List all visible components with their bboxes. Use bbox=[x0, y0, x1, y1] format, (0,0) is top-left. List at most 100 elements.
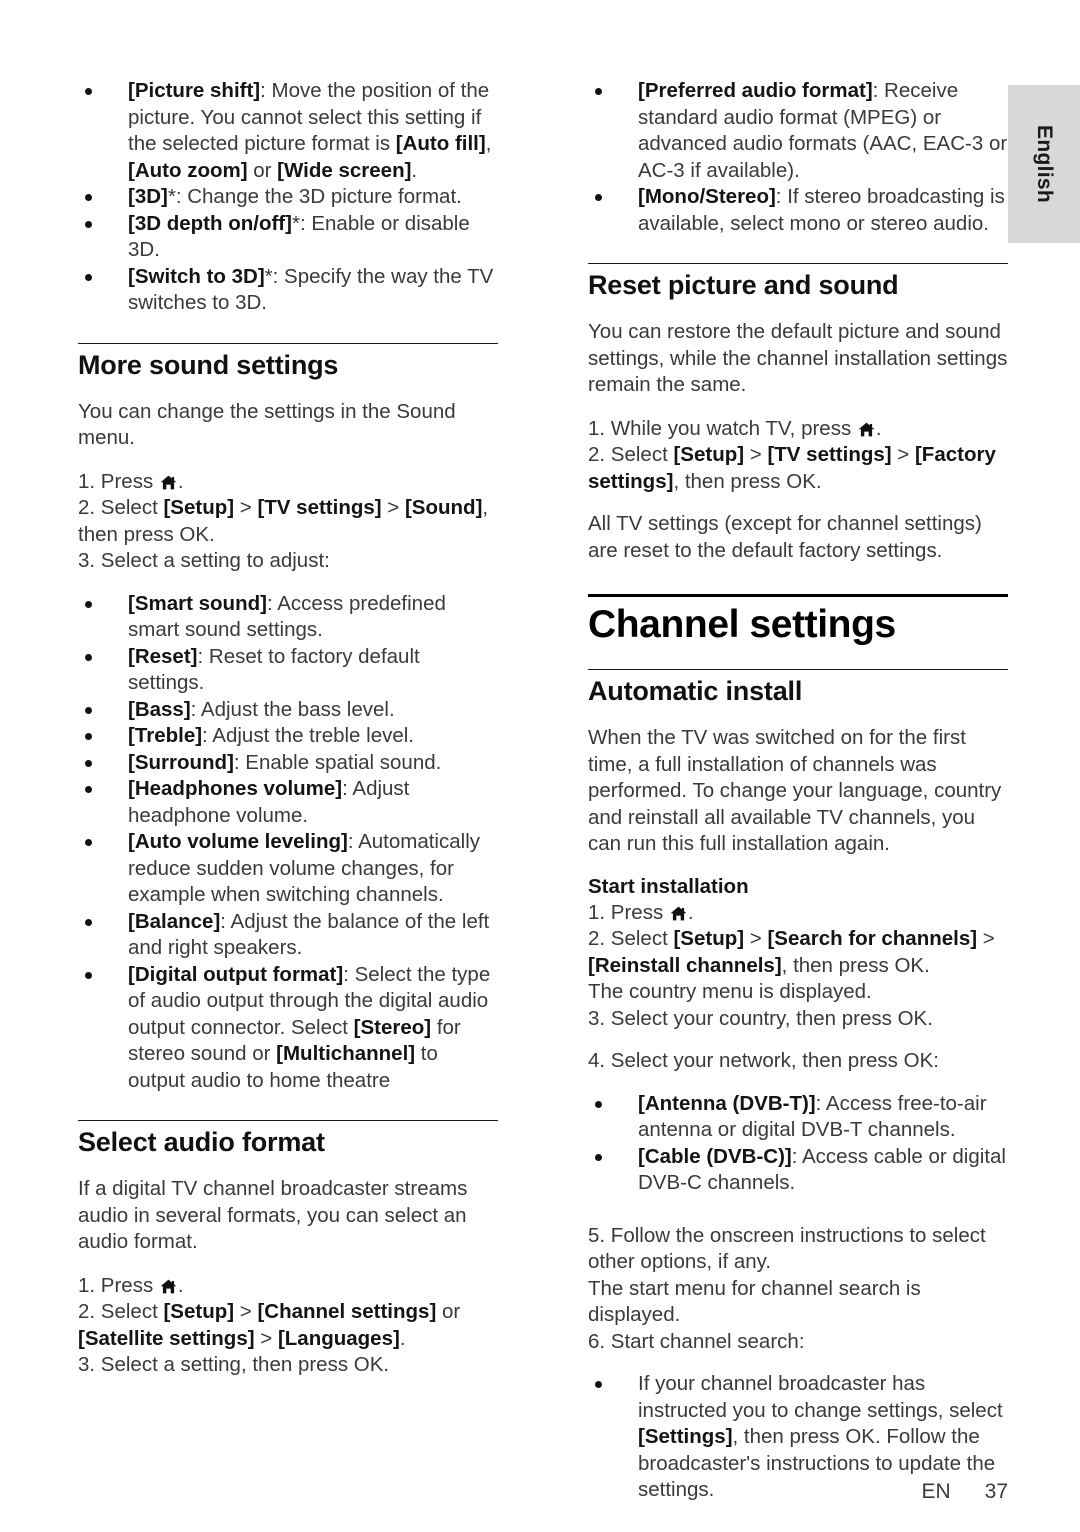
text-run: 3. Select a setting, then press bbox=[78, 1353, 354, 1376]
text-run: . bbox=[411, 158, 418, 182]
list-item: [Bass]: Adjust the bass level. bbox=[78, 697, 498, 724]
reset-picture-sound-section: Reset picture and sound You can restore … bbox=[588, 263, 1008, 564]
chapter-channel-settings: Channel settings bbox=[588, 594, 1008, 647]
instruction-step: The start menu for channel search is dis… bbox=[588, 1276, 1008, 1329]
list-item: [Cable (DVB-C)]: Access cable or digital… bbox=[588, 1144, 1008, 1197]
menu-item-label: [Antenna (DVB-T)] bbox=[638, 1091, 816, 1115]
instruction-step: 3. Select a setting, then press OK. bbox=[78, 1352, 498, 1379]
text-run: If your channel broadcaster has instruct… bbox=[638, 1372, 1003, 1422]
language-tab-label: English bbox=[1033, 125, 1056, 203]
menu-item-label: [Stereo] bbox=[353, 1015, 432, 1039]
ok-key-label: OK bbox=[353, 1353, 384, 1376]
text-run: , then press bbox=[673, 469, 787, 493]
text-run: : Adjust the bass level. bbox=[190, 697, 395, 721]
ok-key-label: OK bbox=[903, 1049, 934, 1072]
select-audio-format-steps: 1. Press . 2. Select [Setup] > [Channel s… bbox=[78, 1273, 498, 1379]
more-sound-settings-intro: You can change the settings in the Sound… bbox=[78, 399, 456, 450]
text-run: . bbox=[383, 1353, 390, 1376]
text-run: . bbox=[177, 1273, 184, 1297]
instruction-step: 3. Select your country, then press OK. bbox=[588, 1006, 1008, 1033]
instruction-step: 2. Select [Setup] > [TV settings] > [Sou… bbox=[78, 495, 498, 548]
automatic-install-heading: Automatic install bbox=[588, 676, 803, 706]
text-run: . bbox=[815, 469, 822, 493]
text-run: > bbox=[234, 496, 258, 519]
list-item: [Reset]: Reset to factory default settin… bbox=[78, 644, 498, 697]
text-run: . bbox=[209, 522, 215, 546]
list-item: [Picture shift]: Move the position of th… bbox=[78, 78, 498, 184]
text-run: : bbox=[933, 1049, 939, 1072]
menu-item-label: [Setup] bbox=[673, 443, 745, 466]
audio-format-bullet-list: [Preferred audio format]: Receive standa… bbox=[588, 78, 1008, 237]
instruction-step: 1. Press . bbox=[78, 469, 498, 496]
menu-item-label: [Switch to 3D] bbox=[128, 264, 265, 288]
footer-page-number: 37 bbox=[984, 1480, 1008, 1503]
menu-item-label: [TV settings] bbox=[257, 496, 382, 519]
text-run: 4. Select your network, then press bbox=[588, 1049, 904, 1072]
menu-item-label: [Bass] bbox=[128, 697, 191, 721]
menu-item-label: [Wide screen] bbox=[277, 158, 412, 182]
chapter-title: Channel settings bbox=[588, 603, 896, 646]
reset-picture-sound-steps: 1. While you watch TV, press . 2. Select … bbox=[588, 416, 1008, 496]
instruction-step: 4. Select your network, then press OK: bbox=[588, 1048, 1008, 1075]
text-run: > bbox=[744, 443, 768, 466]
picture-settings-bullet-list: [Picture shift]: Move the position of th… bbox=[78, 78, 498, 317]
ok-key-label: OK bbox=[894, 953, 925, 977]
select-audio-format-heading: Select audio format bbox=[78, 1127, 325, 1157]
text-run: > bbox=[254, 1326, 278, 1350]
menu-item-label: [TV settings] bbox=[767, 443, 892, 466]
section-rule bbox=[588, 263, 1008, 264]
menu-item-label: [Sound] bbox=[404, 496, 483, 519]
section-rule bbox=[78, 342, 498, 344]
text-run: 6. Start channel search: bbox=[588, 1329, 805, 1353]
menu-item-label: [Mono/Stereo] bbox=[638, 185, 776, 208]
section-rule bbox=[78, 1120, 498, 1121]
list-item: [Headphones volume]: Adjust headphone vo… bbox=[78, 776, 498, 829]
manual-page: English [Picture shift]: Move the positi… bbox=[0, 0, 1080, 1532]
text-run: > bbox=[234, 1300, 258, 1323]
text-run: 2. Select bbox=[78, 1300, 164, 1323]
menu-item-label: [Picture shift] bbox=[128, 79, 261, 102]
text-run: . bbox=[177, 469, 184, 493]
menu-item-label: [Reinstall channels] bbox=[588, 953, 782, 977]
text-run: 3. Select your country, then press bbox=[588, 1006, 898, 1030]
list-item: [Antenna (DVB-T)]: Access free-to-air an… bbox=[588, 1091, 1008, 1144]
menu-item-label: [Surround] bbox=[128, 750, 234, 774]
text-run: > bbox=[891, 443, 915, 466]
chapter-rule bbox=[588, 594, 1008, 597]
text-run: > bbox=[977, 927, 995, 950]
reset-picture-sound-heading: Reset picture and sound bbox=[588, 270, 899, 300]
list-item: [Preferred audio format]: Receive standa… bbox=[588, 78, 1008, 184]
instruction-step: 1. While you watch TV, press . bbox=[588, 416, 1008, 443]
text-run: *: Change the 3D picture format. bbox=[167, 185, 462, 208]
menu-item-label: [Preferred audio format] bbox=[638, 79, 873, 102]
text-run: . bbox=[399, 1326, 406, 1350]
menu-item-label: [Setup] bbox=[163, 496, 235, 519]
ok-key-label: OK bbox=[845, 1425, 875, 1448]
menu-item-label: [Auto zoom] bbox=[128, 158, 248, 182]
menu-item-label: [Cable (DVB-C)] bbox=[638, 1144, 792, 1168]
menu-item-label: [Reset] bbox=[128, 644, 198, 668]
list-item: [Digital output format]: Select the type… bbox=[78, 962, 498, 1095]
menu-item-label: [Search for channels] bbox=[767, 927, 978, 950]
list-item: [Auto volume leveling]: Automatically re… bbox=[78, 829, 498, 909]
text-run: or bbox=[436, 1300, 461, 1323]
reset-picture-sound-intro: You can restore the default picture and … bbox=[588, 320, 1008, 396]
menu-item-label: [Satellite settings] bbox=[78, 1326, 255, 1350]
home-icon bbox=[160, 1279, 177, 1294]
text-run: . bbox=[687, 900, 694, 924]
menu-item-label: [Languages] bbox=[277, 1326, 400, 1350]
home-icon bbox=[670, 906, 687, 921]
instruction-step: 3. Select a setting to adjust: bbox=[78, 548, 498, 575]
page-footer: EN 37 bbox=[588, 1480, 1008, 1504]
right-column: [Preferred audio format]: Receive standa… bbox=[588, 78, 1008, 1504]
instruction-step: 2. Select [Setup] > [Channel settings] o… bbox=[78, 1299, 498, 1352]
text-run: > bbox=[381, 496, 405, 519]
text-run: 2. Select bbox=[78, 496, 164, 519]
more-sound-settings-steps: 1. Press . 2. Select [Setup] > [TV settin… bbox=[78, 469, 498, 575]
start-installation-steps-tail: 5. Follow the onscreen instructions to s… bbox=[588, 1223, 1008, 1356]
list-item: [Balance]: Adjust the balance of the lef… bbox=[78, 909, 498, 962]
list-item: [3D]*: Change the 3D picture format. bbox=[78, 184, 498, 211]
text-run: or bbox=[247, 158, 278, 182]
text-run: 1. Press bbox=[588, 900, 669, 924]
menu-item-label: [Headphones volume] bbox=[128, 777, 343, 800]
